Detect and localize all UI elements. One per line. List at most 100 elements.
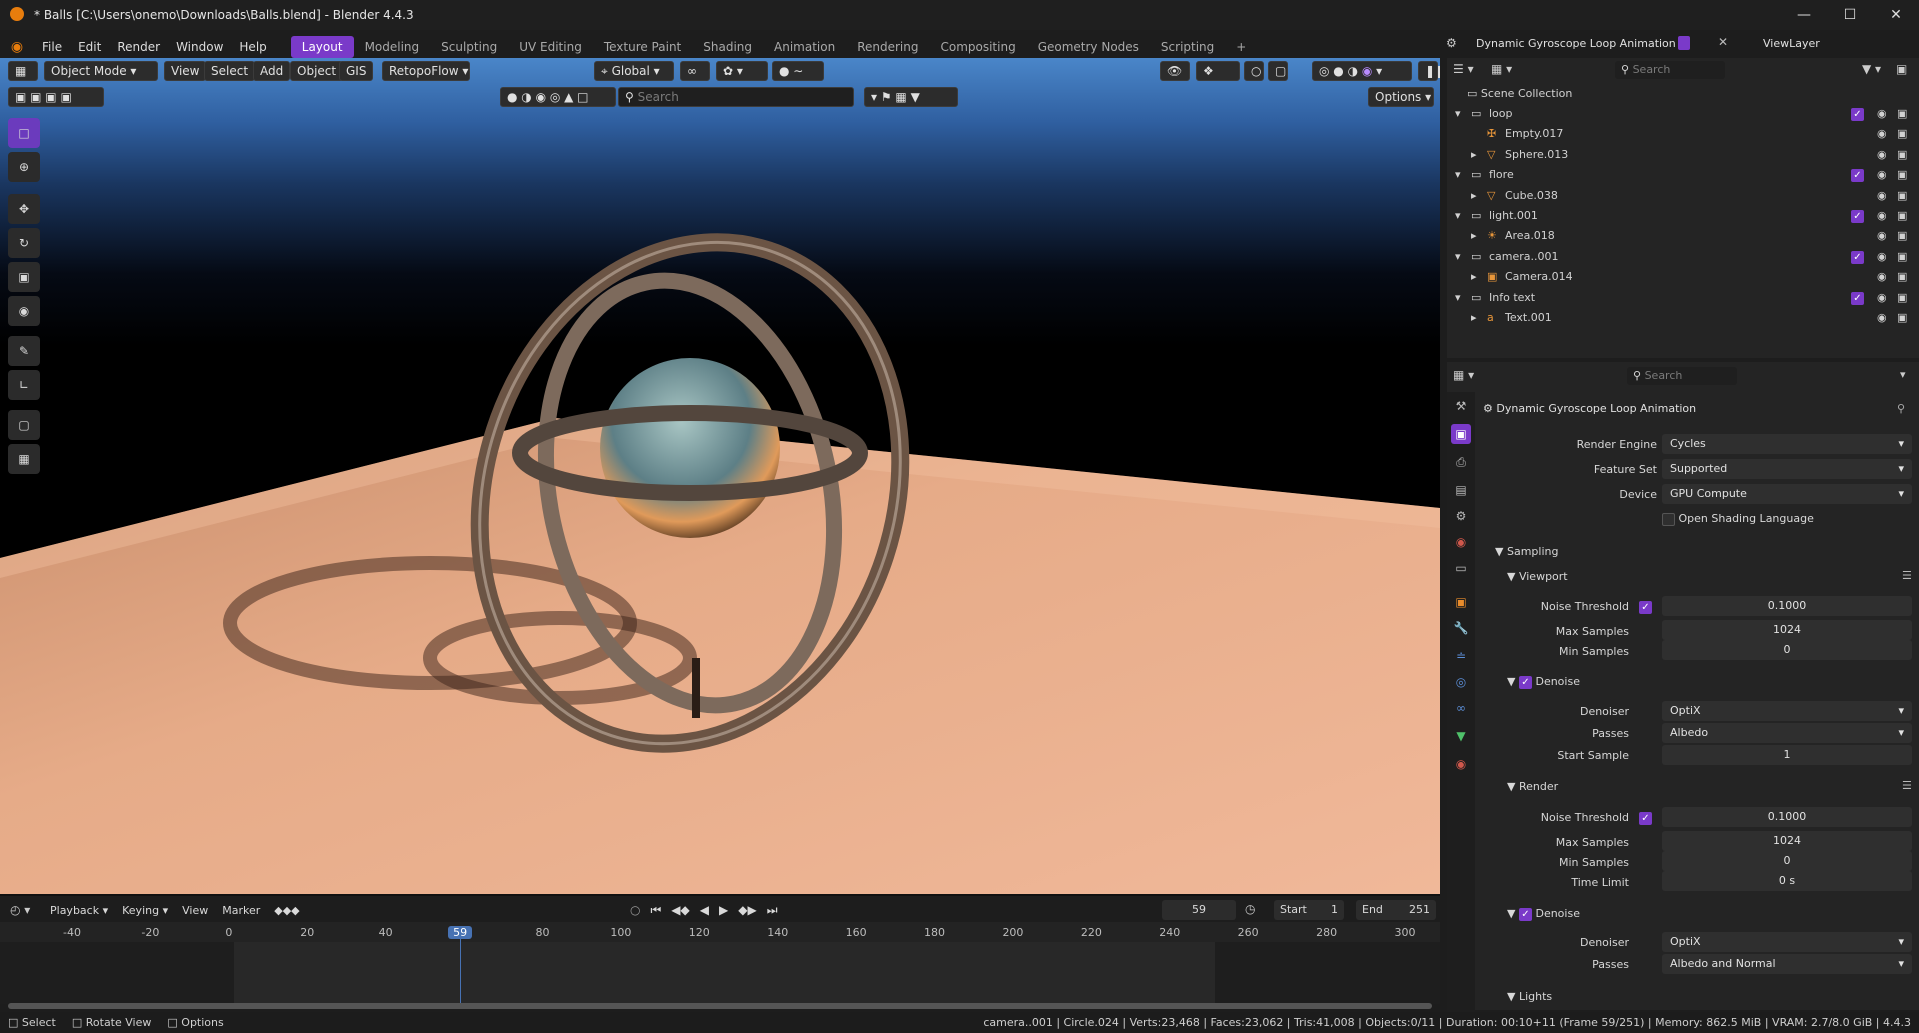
keying-menu[interactable]: Keying ▾ — [122, 904, 168, 917]
add-menu[interactable]: Add — [253, 61, 291, 81]
properties-search-input[interactable]: ⚲ Search — [1627, 367, 1737, 385]
timeline-editor[interactable]: ◴ ▾ Playback ▾ Keying ▾ View Marker ◆◆◆ … — [0, 896, 1440, 1014]
scene-browse-icon[interactable] — [1678, 36, 1690, 50]
visibility-eye-icon[interactable]: ◉ — [1877, 206, 1887, 226]
render-camera-icon[interactable]: ▣ — [1897, 206, 1907, 226]
vp-min-samples-field[interactable]: 0 — [1662, 640, 1912, 660]
start-sample-field[interactable]: 1 — [1662, 745, 1912, 765]
render-camera-icon[interactable]: ▣ — [1897, 124, 1907, 144]
start-frame-field[interactable]: Start 1 — [1274, 900, 1344, 920]
expand-arrow-icon[interactable]: ▸ — [1471, 226, 1477, 246]
render-camera-icon[interactable]: ▣ — [1897, 145, 1907, 165]
prev-keyframe-icon[interactable]: ◀◆ — [671, 903, 689, 917]
outliner-editor-icon[interactable]: ☰ ▾ — [1453, 62, 1474, 76]
scene-name[interactable]: Dynamic Gyroscope Loop Animation — [1476, 37, 1676, 50]
object-menu[interactable]: Object — [290, 61, 344, 81]
tab-compositing[interactable]: Compositing — [929, 36, 1026, 58]
keyframe-icons[interactable]: ◆◆◆ — [274, 904, 299, 917]
marker-menu[interactable]: Marker — [222, 904, 260, 917]
feature-set-dropdown[interactable]: Supported ▾ — [1662, 459, 1912, 479]
tab-layout[interactable]: Layout — [290, 36, 354, 58]
auto-key-icon[interactable]: ○ — [630, 903, 640, 917]
add-cube-tool-icon[interactable]: ▢ — [8, 410, 40, 440]
presets-list-icon[interactable]: ☰ — [1902, 569, 1912, 582]
render-camera-icon[interactable]: ▣ — [1897, 288, 1907, 308]
vp-max-samples-field[interactable]: 1024 — [1662, 620, 1912, 640]
menu-window[interactable]: Window — [168, 36, 231, 58]
properties-editor-icon[interactable]: ▦ ▾ — [1453, 368, 1474, 382]
filter-icons[interactable]: ▾ ⚑ ▦ ▼ — [864, 87, 958, 107]
view-layer-name[interactable]: ViewLayer — [1763, 37, 1820, 50]
jump-start-icon[interactable]: ⏮ — [650, 903, 661, 918]
visibility-eye-icon[interactable]: ◉ — [1877, 145, 1887, 165]
clock-icon[interactable]: ◷ — [1245, 902, 1255, 916]
pivot-icon[interactable]: ∞ — [680, 61, 710, 81]
collection-exclude-checkbox[interactable]: ✓ — [1851, 250, 1864, 264]
editor-type-button[interactable]: ▦ — [8, 61, 38, 81]
maximize-button[interactable]: ☐ — [1827, 0, 1873, 30]
retopoflow-menu[interactable]: RetopoFlow ▾ — [382, 61, 470, 81]
view-filter-icons[interactable]: ● ◑ ◉ ◎ ▲ □ — [500, 87, 616, 107]
collection-tab-icon[interactable]: ▭ — [1451, 558, 1471, 578]
rotate-tool-icon[interactable]: ↻ — [8, 228, 40, 258]
select-menu[interactable]: Select — [204, 61, 256, 81]
annotate-tool-icon[interactable]: ✎ — [8, 336, 40, 366]
visibility-eye-icon[interactable]: ◉ — [1877, 267, 1887, 287]
display-mode-icon[interactable]: ▦ ▾ — [1491, 62, 1512, 76]
outliner-object-row[interactable]: ▸ ▽ Cube.038 ◉ ▣ — [1447, 186, 1919, 206]
viewport-search-input[interactable]: ⚲ Search — [618, 87, 854, 107]
visibility-eye-icon[interactable]: ◉ — [1877, 104, 1887, 124]
outliner-collection-row[interactable]: ▾ ▭ light.001 ✓ ◉ ▣ — [1447, 206, 1919, 226]
current-frame-field[interactable]: 59 — [1162, 900, 1236, 920]
scene-tab-icon[interactable]: ⚙ — [1451, 506, 1471, 526]
3d-viewport[interactable]: ▦ Object Mode ▾ View Select Add Object G… — [0, 58, 1440, 894]
r-max-samples-field[interactable]: 1024 — [1662, 831, 1912, 851]
visibility-eye-icon[interactable]: ◉ — [1877, 288, 1887, 308]
outliner-object-row[interactable]: ▸ ☀ Area.018 ◉ ▣ — [1447, 226, 1919, 246]
r-min-samples-field[interactable]: 0 — [1662, 851, 1912, 871]
menu-file[interactable]: File — [34, 36, 70, 58]
lights-subpanel-header[interactable]: ▼ Lights — [1507, 990, 1552, 1003]
transform-orientation-dropdown[interactable]: ⌖ Global ▾ — [594, 61, 674, 81]
properties-options-icon[interactable]: ▾ — [1900, 368, 1906, 381]
sampling-panel-header[interactable]: ▼ Sampling — [1495, 545, 1558, 558]
cursor-tool-icon[interactable]: ⊕ — [8, 152, 40, 182]
menu-render[interactable]: Render — [109, 36, 168, 58]
render-engine-dropdown[interactable]: Cycles ▾ — [1662, 434, 1912, 454]
outliner-object-row[interactable]: ✠ Empty.017 ◉ ▣ — [1447, 124, 1919, 144]
vp-noise-threshold-field[interactable]: 0.1000 — [1662, 596, 1912, 616]
expand-arrow-icon[interactable]: ▾ — [1455, 206, 1461, 226]
view-menu[interactable]: View — [164, 61, 207, 81]
expand-arrow-icon[interactable]: ▸ — [1471, 267, 1477, 287]
jump-end-icon[interactable]: ⏭ — [767, 903, 778, 918]
expand-arrow-icon[interactable]: ▸ — [1471, 186, 1477, 206]
outliner-filter-icon[interactable]: ▼ ▾ — [1862, 62, 1881, 76]
expand-arrow-icon[interactable]: ▾ — [1455, 288, 1461, 308]
r-denoiser-dropdown[interactable]: OptiX ▾ — [1662, 932, 1912, 952]
xray-icon[interactable]: ▢ — [1268, 61, 1288, 81]
collection-exclude-checkbox[interactable]: ✓ — [1851, 108, 1864, 121]
transform-tool-icon[interactable]: ◉ — [8, 296, 40, 326]
r-passes-dropdown[interactable]: Albedo and Normal ▾ — [1662, 954, 1912, 974]
render-camera-icon[interactable]: ▣ — [1897, 226, 1907, 246]
visibility-eye-icon[interactable]: ◉ — [1877, 124, 1887, 144]
new-collection-icon[interactable]: ▣ — [1896, 62, 1907, 76]
tool-tab-icon[interactable]: ⚒ — [1451, 396, 1471, 416]
next-keyframe-icon[interactable]: ◆▶ — [738, 903, 756, 917]
pause-render-icon[interactable]: ❚❚ — [1418, 61, 1440, 81]
collection-exclude-checkbox[interactable]: ✓ — [1851, 169, 1864, 183]
visibility-eye-icon[interactable]: ◉ — [1877, 165, 1887, 185]
extra-tool-icon[interactable]: ▦ — [8, 444, 40, 474]
gizmo-icon[interactable]: ❖ — [1196, 61, 1240, 81]
vp-noise-threshold-checkbox[interactable]: ✓ — [1639, 601, 1652, 614]
visibility-icon[interactable]: 👁 — [1160, 61, 1190, 81]
vp-denoise-checkbox[interactable]: ✓ — [1518, 675, 1532, 689]
collection-exclude-checkbox[interactable]: ✓ — [1851, 210, 1864, 223]
remove-scene-icon[interactable]: ✕ — [1718, 35, 1728, 49]
r-noise-threshold-field[interactable]: 0.1000 — [1662, 807, 1912, 827]
tab-rendering[interactable]: Rendering — [846, 36, 929, 58]
proportional-edit-icon[interactable]: ● ∼ — [772, 61, 824, 81]
shading-modes[interactable]: ◎ ● ◑ ◉ ▾ — [1312, 61, 1412, 81]
object-mode-dropdown[interactable]: Object Mode ▾ — [44, 61, 158, 81]
blender-menu-icon[interactable]: ◉ — [0, 39, 34, 55]
